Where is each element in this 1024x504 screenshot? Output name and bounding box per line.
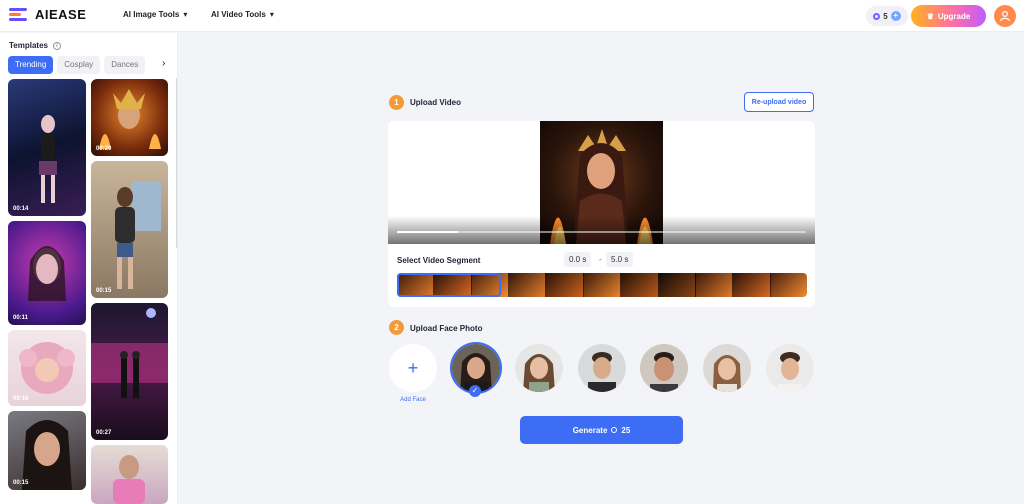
playback-progress-fill bbox=[397, 231, 459, 233]
timeline-frame bbox=[695, 273, 734, 297]
info-icon[interactable]: i bbox=[52, 41, 61, 50]
add-face-label: Add Face bbox=[400, 397, 426, 403]
face-option[interactable] bbox=[640, 344, 688, 392]
face-option[interactable] bbox=[703, 344, 751, 392]
template-thumbnail[interactable]: 00:27 bbox=[91, 303, 168, 440]
upgrade-button[interactable]: ♛ Upgrade bbox=[911, 5, 986, 27]
add-credits-icon[interactable]: + bbox=[890, 11, 901, 21]
thumbnail-duration: 00:11 bbox=[13, 315, 29, 321]
face-option[interactable] bbox=[515, 344, 563, 392]
template-thumbnail[interactable]: 00:11 bbox=[8, 221, 86, 325]
nav-ai-image-tools[interactable]: AI Image Tools ▾ bbox=[123, 10, 187, 19]
user-avatar[interactable] bbox=[994, 5, 1016, 27]
reupload-video-button[interactable]: Re-upload video bbox=[744, 92, 814, 112]
face-photo bbox=[578, 344, 626, 392]
video-panel: Select Video Segment 0.0 s - 5.0 s bbox=[388, 121, 815, 307]
face-photo bbox=[515, 344, 563, 392]
chevron-right-icon[interactable]: › bbox=[162, 58, 165, 69]
tab-cosplay[interactable]: Cosplay bbox=[57, 56, 101, 74]
templates-sidebar: Templates i Trending Cosplay Dances › 00… bbox=[0, 33, 178, 504]
crown-icon: ♛ bbox=[926, 11, 934, 21]
face-photo bbox=[703, 344, 751, 392]
thumbnail-duration: 00:16 bbox=[13, 396, 29, 402]
segment-selection-handle[interactable] bbox=[397, 273, 501, 297]
credit-icon bbox=[873, 12, 881, 20]
template-thumbnail[interactable]: 00:15 bbox=[91, 161, 168, 298]
timeline-frame bbox=[621, 273, 659, 297]
generate-button[interactable]: Generate 25 bbox=[520, 416, 683, 444]
segment-separator: - bbox=[599, 255, 602, 264]
thumbnail-duration: 00:20 bbox=[96, 146, 112, 152]
segment-label: Select Video Segment bbox=[397, 256, 481, 265]
thumbnail-duration: 00:15 bbox=[96, 288, 112, 294]
timeline-frame bbox=[546, 273, 584, 297]
thumbnail-duration: 00:27 bbox=[96, 430, 112, 436]
face-option[interactable] bbox=[578, 344, 626, 392]
timeline-frame bbox=[733, 273, 771, 297]
timeline-frame bbox=[509, 273, 547, 297]
face-option[interactable] bbox=[766, 344, 814, 392]
top-header: AIEASE AI Image Tools ▾ AI Video Tools ▾… bbox=[0, 0, 1024, 32]
chevron-down-icon: ▾ bbox=[183, 10, 188, 19]
generate-label: Generate bbox=[572, 425, 608, 435]
face-photo bbox=[766, 344, 814, 392]
template-thumbnail[interactable]: 00:14 bbox=[8, 79, 86, 216]
user-icon bbox=[999, 10, 1011, 22]
face-photo bbox=[640, 344, 688, 392]
timeline-frame bbox=[770, 273, 807, 297]
template-tabs: Trending Cosplay Dances bbox=[8, 56, 146, 74]
upload-video-title: Upload Video bbox=[410, 98, 461, 107]
credits-count: 5 bbox=[883, 11, 888, 21]
logo-text: AIEASE bbox=[35, 6, 87, 22]
credit-icon bbox=[611, 427, 618, 433]
template-thumbnail[interactable]: 00:20 bbox=[91, 79, 168, 156]
fire-goddess-image bbox=[99, 89, 161, 149]
template-thumbnail[interactable] bbox=[91, 445, 168, 504]
logo-icon bbox=[9, 6, 29, 22]
segment-end-input[interactable]: 5.0 s bbox=[606, 252, 634, 267]
tab-trending[interactable]: Trending bbox=[8, 56, 54, 74]
portrait-image bbox=[28, 246, 66, 301]
plus-icon: + bbox=[407, 357, 419, 378]
stage-dance-image bbox=[91, 308, 168, 398]
dancer-image bbox=[39, 115, 57, 203]
portrait-image bbox=[22, 420, 72, 490]
portrait-image bbox=[113, 455, 145, 504]
generate-cost: 25 bbox=[621, 425, 631, 435]
nav-label: AI Video Tools bbox=[211, 10, 266, 19]
timeline-frame bbox=[658, 273, 696, 297]
flower-portrait-image bbox=[19, 342, 75, 394]
upload-face-title: Upload Face Photo bbox=[410, 324, 483, 333]
tab-dances[interactable]: Dances bbox=[104, 56, 146, 74]
step-2-badge: 2 bbox=[389, 320, 404, 335]
template-thumbnail[interactable]: 00:15 bbox=[8, 411, 86, 490]
playback-progress[interactable] bbox=[397, 231, 806, 233]
sidebar-scrollbar[interactable] bbox=[176, 78, 177, 248]
selected-check-icon: ✓ bbox=[469, 385, 481, 397]
add-face-button[interactable]: + bbox=[389, 344, 437, 392]
templates-title: Templates bbox=[9, 41, 48, 50]
template-thumbnail[interactable]: 00:16 bbox=[8, 330, 86, 406]
chevron-down-icon: ▾ bbox=[269, 10, 274, 19]
templates-heading: Templates i bbox=[9, 41, 61, 50]
thumbnail-duration: 00:15 bbox=[13, 480, 29, 486]
credits-badge[interactable]: 5 + bbox=[866, 6, 908, 26]
segment-start-input[interactable]: 0.0 s bbox=[564, 252, 592, 267]
logo[interactable]: AIEASE bbox=[9, 6, 86, 22]
upgrade-label: Upgrade bbox=[937, 11, 971, 21]
nav-label: AI Image Tools bbox=[123, 10, 180, 19]
step-1-badge: 1 bbox=[389, 95, 404, 110]
timeline-frame bbox=[583, 273, 622, 297]
dancer-image bbox=[115, 181, 161, 289]
thumbnail-duration: 00:14 bbox=[13, 206, 29, 212]
nav-ai-video-tools[interactable]: AI Video Tools ▾ bbox=[211, 10, 274, 19]
video-controls bbox=[388, 216, 815, 244]
